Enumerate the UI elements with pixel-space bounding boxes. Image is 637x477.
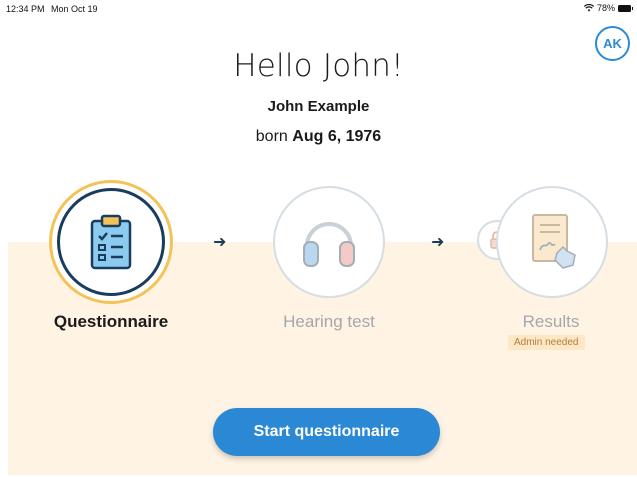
status-right: 78% bbox=[583, 3, 633, 13]
step-results bbox=[496, 186, 608, 298]
step-label-results: Results bbox=[522, 312, 580, 331]
clipboard-checklist-icon bbox=[90, 214, 132, 270]
signed-document-icon bbox=[532, 214, 576, 269]
greeting-title: Hello John! bbox=[233, 48, 404, 84]
patient-name: John Example bbox=[267, 98, 370, 115]
battery-percent: 78% bbox=[596, 3, 615, 13]
battery-icon bbox=[618, 4, 633, 12]
arrow-right-icon: ➜ bbox=[431, 234, 445, 251]
status-bar: 12:34 PM Mon Oct 19 78% bbox=[0, 0, 637, 16]
born-prefix: born bbox=[255, 128, 288, 145]
start-questionnaire-button[interactable]: Start questionnaire bbox=[213, 408, 440, 456]
step-questionnaire-inner bbox=[57, 188, 165, 296]
step-hearing-test bbox=[273, 186, 385, 298]
status-time: 12:34 PM bbox=[6, 4, 45, 14]
step-label-hearing-test: Hearing test bbox=[283, 312, 375, 331]
admin-needed-badge: Admin needed bbox=[508, 335, 585, 350]
born-date: Aug 6, 1976 bbox=[292, 128, 382, 145]
wifi-icon bbox=[583, 4, 594, 12]
step-label-questionnaire: Questionnaire bbox=[53, 312, 169, 331]
headphones-icon bbox=[303, 222, 355, 267]
arrow-right-icon: ➜ bbox=[213, 234, 227, 251]
status-date: Mon Oct 19 bbox=[51, 4, 98, 14]
step-questionnaire[interactable] bbox=[49, 180, 173, 304]
birth-info: born Aug 6, 1976 bbox=[0, 128, 637, 146]
